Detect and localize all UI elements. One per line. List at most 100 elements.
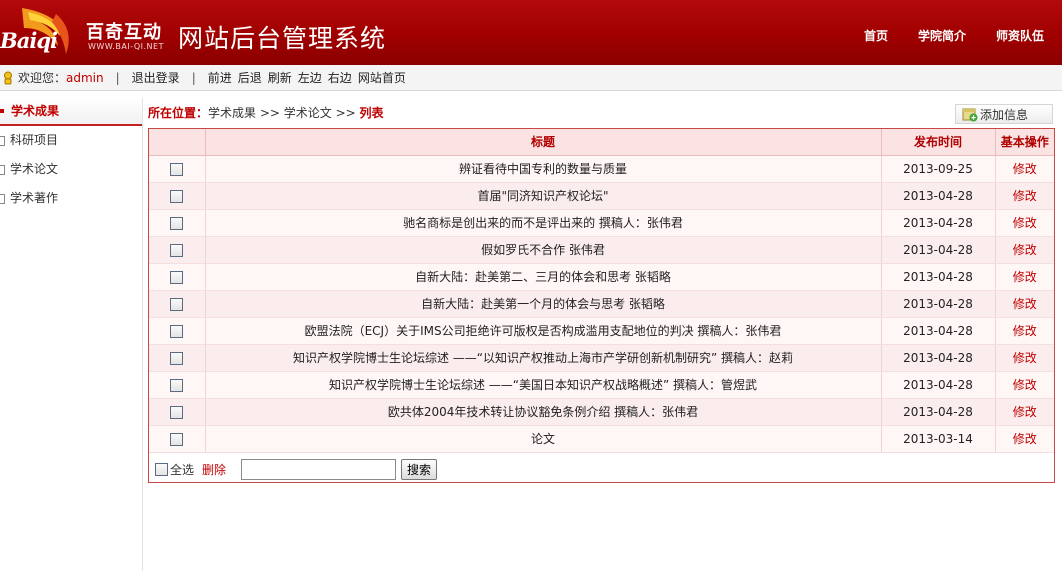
row-title: 驰名商标是创出来的而不是评出来的 撰稿人：张伟君	[205, 209, 882, 237]
table-row: 欧盟法院（ECJ）关于IMS公司拒绝许可版权是否构成滥用支配地位的判决 撰稿人：…	[149, 317, 1054, 345]
edit-link[interactable]: 修改	[1013, 351, 1037, 365]
row-checkbox[interactable]	[170, 270, 184, 284]
sidebar: 学术成果 科研项目 学术论文 学术著作	[0, 98, 143, 571]
row-action-cell: 修改	[995, 290, 1054, 318]
row-checkbox[interactable]	[170, 324, 184, 338]
row-action-cell: 修改	[995, 263, 1054, 291]
row-action-cell: 修改	[995, 344, 1054, 372]
top-nav: 首页 学院简介 师资队伍	[864, 27, 1044, 44]
row-checkbox-cell	[149, 344, 206, 372]
table-row: 假如罗氏不合作 张伟君 2013-04-28 修改	[149, 236, 1054, 264]
row-action-cell: 修改	[995, 236, 1054, 264]
logout-link[interactable]: 退出登录	[132, 69, 180, 86]
sidebar-header[interactable]: 学术成果	[0, 98, 142, 126]
divider: |	[115, 70, 120, 85]
table-header-row: 标题 发布时间 基本操作	[149, 129, 1054, 156]
sidebar-item-academic-works[interactable]: 学术著作	[0, 184, 142, 213]
divider: |	[191, 70, 196, 85]
sidebar-item-academic-papers[interactable]: 学术论文	[0, 155, 142, 184]
row-checkbox[interactable]	[170, 189, 184, 203]
add-info-button[interactable]: 添加信息	[955, 104, 1053, 124]
row-action-cell: 修改	[995, 317, 1054, 345]
left-link[interactable]: 左边	[298, 69, 322, 86]
row-title: 论文	[205, 425, 882, 453]
row-checkbox[interactable]	[170, 378, 184, 392]
edit-link[interactable]: 修改	[1013, 162, 1037, 176]
nav-college-intro[interactable]: 学院简介	[918, 27, 966, 44]
edit-link[interactable]: 修改	[1013, 297, 1037, 311]
logo[interactable]: Baiqi 百奇互动 WWW.BAI-QI.NET	[0, 4, 165, 60]
row-date: 2013-04-28	[881, 317, 996, 345]
edit-link[interactable]: 修改	[1013, 270, 1037, 284]
right-link[interactable]: 右边	[328, 69, 352, 86]
breadcrumb: 所在位置：学术成果 >> 学术论文 >> 列表	[148, 104, 384, 121]
system-title: 网站后台管理系统	[178, 24, 387, 53]
table-row: 首届"同济知识产权论坛" 2013-04-28 修改	[149, 182, 1054, 210]
logo-url: WWW.BAI-QI.NET	[88, 42, 164, 51]
row-checkbox[interactable]	[170, 243, 184, 257]
row-date: 2013-04-28	[881, 236, 996, 264]
user-icon	[4, 71, 12, 84]
row-action-cell: 修改	[995, 209, 1054, 237]
paper-list-table: 标题 发布时间 基本操作 辨证看待中国专利的数量与质量 2013-09-25 修改首…	[148, 128, 1055, 483]
back-link[interactable]: 后退	[238, 69, 262, 86]
row-action-cell: 修改	[995, 371, 1054, 399]
row-checkbox[interactable]	[170, 351, 184, 365]
row-checkbox[interactable]	[170, 297, 184, 311]
row-checkbox[interactable]	[170, 162, 184, 176]
row-checkbox-cell	[149, 236, 206, 264]
browser-nav-links: 前进 后退 刷新 左边 右边 网站首页	[208, 69, 406, 86]
row-checkbox[interactable]	[170, 405, 184, 419]
row-action-cell: 修改	[995, 398, 1054, 426]
row-date: 2013-04-28	[881, 344, 996, 372]
nav-home[interactable]: 首页	[864, 27, 888, 44]
edit-link[interactable]: 修改	[1013, 243, 1037, 257]
search-input[interactable]	[241, 458, 397, 480]
row-date: 2013-04-28	[881, 263, 996, 291]
select-all-label[interactable]: 全选	[170, 461, 194, 478]
row-title: 自新大陆：赴美第一个月的体会与思考 张韬略	[205, 290, 882, 318]
row-checkbox-cell	[149, 371, 206, 399]
select-all-checkbox[interactable]	[155, 462, 168, 476]
edit-link[interactable]: 修改	[1013, 432, 1037, 446]
date-column-header: 发布时间	[881, 129, 996, 156]
edit-link[interactable]: 修改	[1013, 324, 1037, 338]
refresh-link[interactable]: 刷新	[268, 69, 292, 86]
delete-link[interactable]: 删除	[202, 461, 226, 478]
add-info-label: 添加信息	[980, 107, 1029, 122]
sidebar-title: 学术成果	[11, 104, 60, 118]
row-title: 首届"同济知识产权论坛"	[205, 182, 882, 210]
row-title: 假如罗氏不合作 张伟君	[205, 236, 882, 264]
row-checkbox[interactable]	[170, 432, 184, 446]
row-date: 2013-04-28	[881, 209, 996, 237]
add-icon	[962, 108, 978, 121]
row-checkbox[interactable]	[170, 216, 184, 230]
edit-link[interactable]: 修改	[1013, 378, 1037, 392]
title-column-header: 标题	[205, 129, 882, 156]
row-checkbox-cell	[149, 425, 206, 453]
sidebar-item-research-projects[interactable]: 科研项目	[0, 126, 142, 155]
edit-link[interactable]: 修改	[1013, 216, 1037, 230]
breadcrumb-current: 列表	[359, 106, 384, 120]
nav-faculty[interactable]: 师资队伍	[996, 27, 1044, 44]
row-date: 2013-04-28	[881, 398, 996, 426]
forward-link[interactable]: 前进	[208, 69, 232, 86]
row-checkbox-cell	[149, 398, 206, 426]
edit-link[interactable]: 修改	[1013, 189, 1037, 203]
table-row: 论文 2013-03-14 修改	[149, 425, 1054, 453]
table-row: 自新大陆：赴美第一个月的体会与思考 张韬略 2013-04-28 修改	[149, 290, 1054, 318]
bottom-action-bar: 全选 删除 搜索	[149, 456, 1054, 482]
row-action-cell: 修改	[995, 182, 1054, 210]
row-checkbox-cell	[149, 209, 206, 237]
table-row: 知识产权学院博士生论坛综述 ——“以知识产权推动上海市产学研创新机制研究” 撰稿…	[149, 344, 1054, 372]
welcome-label: 欢迎您：	[18, 71, 67, 85]
row-date: 2013-04-28	[881, 290, 996, 318]
bullet-icon	[0, 109, 4, 113]
search-button[interactable]: 搜索	[401, 458, 438, 480]
edit-link[interactable]: 修改	[1013, 405, 1037, 419]
username[interactable]: admin	[66, 71, 104, 85]
logo-text-cn: 百奇互动	[86, 22, 162, 43]
site-home-link[interactable]: 网站首页	[358, 69, 406, 86]
page-icon	[0, 194, 5, 204]
table-row: 驰名商标是创出来的而不是评出来的 撰稿人：张伟君 2013-04-28 修改	[149, 209, 1054, 237]
